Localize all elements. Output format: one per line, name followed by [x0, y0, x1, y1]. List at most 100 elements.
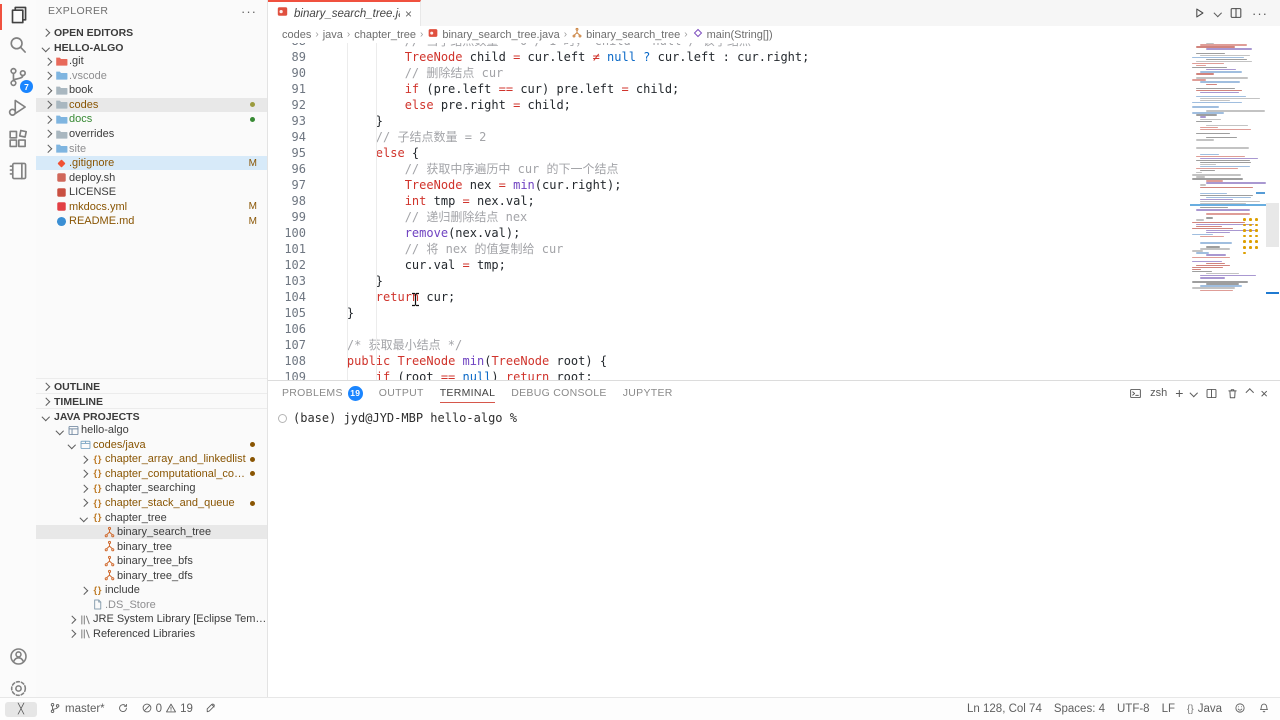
notifications-button[interactable] [1258, 702, 1270, 717]
run-dropdown-chevron-icon[interactable] [1213, 9, 1221, 17]
panel-tab-label: DEBUG CONSOLE [511, 387, 607, 399]
panel-tab-problems[interactable]: PROBLEMS19 [282, 381, 363, 405]
breadcrumb-item-binary-search-tree-java[interactable]: binary_search_tree.java [427, 27, 559, 42]
close-panel-icon[interactable]: × [1260, 386, 1268, 401]
code-editor[interactable]: 88 // 当子结点数量 = 0 / 1 时， child = null / 该… [268, 26, 1266, 392]
jp-jre-system-library-eclipse-temurin-17-17[interactable]: JRE System Library [Eclipse Temurin 17 [… [36, 612, 267, 627]
file-mkdocs-yml[interactable]: mkdocs.ymlM [36, 199, 267, 214]
language-mode-status[interactable]: {} Java [1187, 703, 1222, 715]
cursor-position-status[interactable]: Ln 128, Col 74 [967, 703, 1042, 715]
file-git[interactable]: .git [36, 54, 267, 69]
minimap[interactable] [1190, 32, 1266, 300]
explorer-more-actions-icon[interactable]: ··· [241, 4, 257, 19]
chevron-down-icon [78, 515, 89, 521]
open-editors-section[interactable]: OPEN EDITORS [36, 25, 267, 40]
sync-changes-button[interactable] [117, 702, 129, 717]
shell-selector[interactable]: zsh [1150, 387, 1167, 399]
code-line-101: 101 // 将 nex 的值复制给 cur [268, 241, 1266, 257]
panel-tab-debug-console[interactable]: DEBUG CONSOLE [511, 381, 607, 405]
activity-run-and-debug-button[interactable] [0, 94, 36, 124]
minimap-line [1196, 133, 1230, 134]
indentation-status[interactable]: Spaces: 4 [1054, 703, 1105, 715]
minimap-warning-dot [1249, 224, 1252, 227]
jp-ds-store[interactable]: .DS_Store [36, 598, 267, 613]
square-icon [53, 186, 69, 199]
activity-extensions-button[interactable] [0, 126, 36, 156]
jp-chapter-tree[interactable]: { }chapter_tree [36, 510, 267, 525]
panel-tab-output[interactable]: OUTPUT [379, 381, 424, 405]
workspace-root-section[interactable]: HELLO-ALGO [36, 40, 267, 55]
java-server-mode-button[interactable] [205, 702, 217, 717]
panel-tab-jupyter[interactable]: JUPYTER [623, 381, 673, 405]
line-number: 98 [268, 193, 306, 209]
tab-binary-search-tree-java[interactable]: binary_search_tree.java × [268, 0, 421, 26]
file-deploy-sh[interactable]: deploy.sh [36, 170, 267, 185]
method-icon [692, 27, 704, 42]
line-content: } [306, 273, 383, 289]
breadcrumb-item-codes[interactable]: codes [282, 29, 311, 41]
split-terminal-icon[interactable] [1205, 387, 1218, 400]
breadcrumb-item-java[interactable]: java [323, 29, 343, 41]
timeline-section[interactable]: TIMELINE [36, 393, 267, 409]
minimap-highlight-line [1190, 204, 1266, 206]
jp-referenced-libraries[interactable]: Referenced Libraries [36, 627, 267, 642]
jp-binary-tree-dfs[interactable]: binary_tree_dfs [36, 568, 267, 583]
kill-terminal-icon[interactable] [1226, 387, 1239, 400]
tree-item-label: hello-algo [81, 424, 129, 436]
feedback-button[interactable] [1234, 702, 1246, 717]
terminal-dropdown-chevron-icon[interactable] [1190, 389, 1198, 397]
jp-codes-java[interactable]: codes/java [36, 438, 267, 453]
activity-search-button[interactable] [0, 32, 36, 62]
maximize-panel-chevron-icon[interactable] [1246, 389, 1254, 397]
new-terminal-button[interactable]: + [1175, 385, 1183, 401]
minimap-line [1206, 213, 1250, 214]
breadcrumb-separator: › [564, 29, 567, 40]
panel-tab-terminal[interactable]: TERMINAL [440, 381, 496, 405]
editor-more-actions-icon[interactable]: ··· [1252, 6, 1268, 21]
breadcrumb-item-binary-search-tree[interactable]: binary_search_tree [571, 27, 680, 42]
breadcrumb-item-chapter-tree[interactable]: chapter_tree [354, 29, 416, 41]
file-readme-md[interactable]: README.mdM [36, 214, 267, 229]
jp-chapter-array-and-linkedlist[interactable]: { }chapter_array_and_linkedlist [36, 452, 267, 467]
jp-binary-tree[interactable]: binary_tree [36, 539, 267, 554]
eol-status[interactable]: LF [1162, 703, 1175, 715]
jp-chapter-stack-and-queue[interactable]: { }chapter_stack_and_queue [36, 496, 267, 511]
line-content: remove(nex.val); [306, 225, 520, 241]
minimap-line [1200, 81, 1240, 82]
file-book[interactable]: book [36, 83, 267, 98]
run-java-button[interactable] [1192, 6, 1206, 20]
activity-notebook-button[interactable] [0, 158, 36, 188]
remote-indicator[interactable]: ╳ [5, 702, 37, 717]
chevron-right-icon [40, 399, 51, 405]
breadcrumb-item-main-string[interactable]: main(String[]) [692, 27, 773, 42]
java-projects-section[interactable]: JAVA PROJECTS [36, 408, 267, 424]
file-codes[interactable]: codes [36, 98, 267, 113]
encoding-status[interactable]: UTF-8 [1117, 703, 1150, 715]
jp-chapter-searching[interactable]: { }chapter_searching [36, 481, 267, 496]
file-overrides[interactable]: overrides [36, 127, 267, 142]
split-editor-icon[interactable] [1229, 6, 1243, 20]
file-license[interactable]: LICENSE [36, 185, 267, 200]
activity-accounts-button[interactable] [0, 644, 36, 674]
file-docs[interactable]: docs [36, 112, 267, 127]
jp-chapter-computational-complexity[interactable]: { }chapter_computational_complexity [36, 467, 267, 482]
scrollbar-thumb[interactable] [1266, 203, 1279, 247]
jp-include[interactable]: { }include [36, 583, 267, 598]
file-gitignore[interactable]: .gitignoreM [36, 156, 267, 171]
minimap-line [1196, 156, 1245, 157]
outline-section[interactable]: OUTLINE [36, 378, 267, 394]
git-branch-status[interactable]: master* [49, 702, 105, 717]
file-vscode[interactable]: .vscode [36, 69, 267, 84]
activity-explorer-button[interactable] [0, 2, 36, 32]
jp-binary-tree-bfs[interactable]: binary_tree_bfs [36, 554, 267, 569]
jp-binary-search-tree[interactable]: binary_search_tree [36, 525, 267, 540]
terminal-prompt-line[interactable]: (base) jyd@JYD-MBP hello-algo % [278, 411, 517, 425]
folder-icon [53, 55, 69, 68]
file-site[interactable]: site [36, 141, 267, 156]
tab-close-icon[interactable]: × [405, 7, 412, 21]
activity-source-control-button[interactable]: 7 [0, 64, 36, 94]
chevron-right-icon [78, 500, 89, 506]
jp-hello-algo[interactable]: hello-algo [36, 423, 267, 438]
problems-status[interactable]: 0 19 [141, 702, 193, 717]
minimap-line [1196, 121, 1212, 122]
